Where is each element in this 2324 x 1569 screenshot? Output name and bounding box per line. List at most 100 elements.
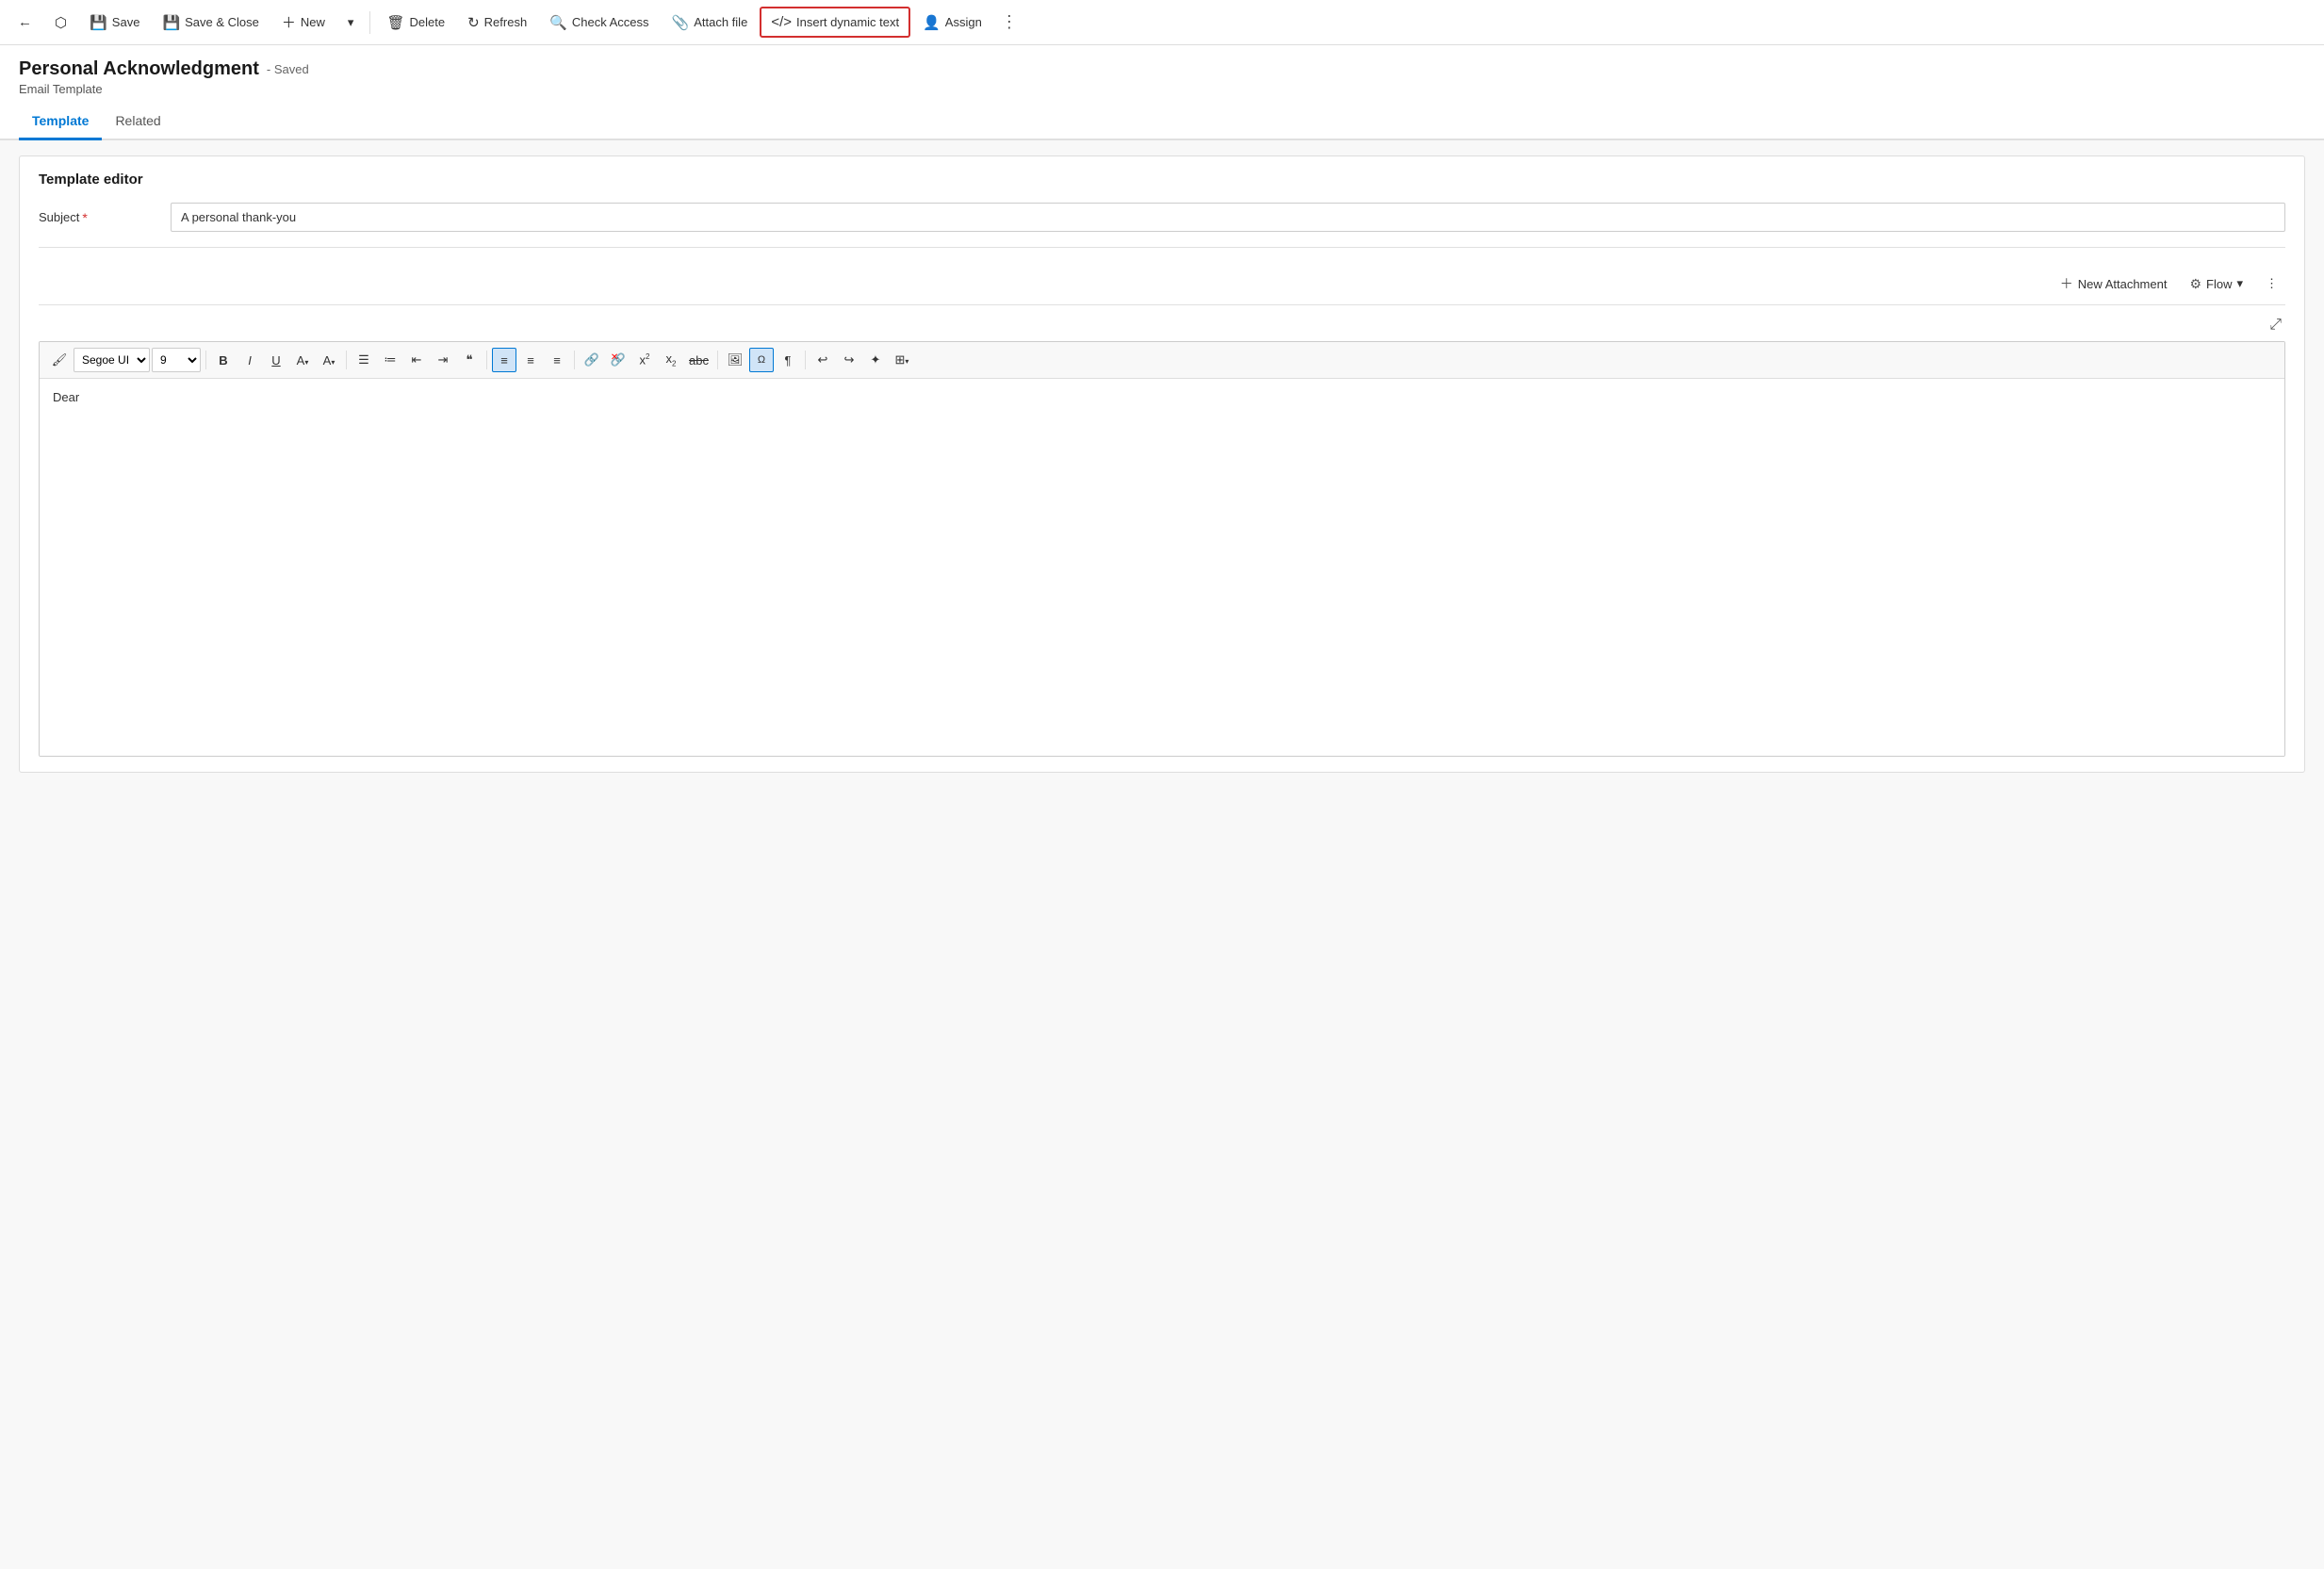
subject-label: Subject * (39, 210, 171, 225)
plus-icon: ＋ (2060, 274, 2073, 293)
back-button[interactable]: ← (8, 8, 42, 37)
new-attachment-button[interactable]: ＋ New Attachment (2053, 270, 2175, 297)
table-icon: ⊞▾ (895, 352, 909, 368)
rte-sep-3 (486, 351, 487, 369)
bold-button[interactable]: B (211, 348, 236, 372)
align-center-button[interactable]: ≡ (518, 348, 543, 372)
refresh-button[interactable]: ↻ Refresh (457, 8, 537, 38)
font-color-button[interactable]: A▾ (317, 348, 341, 372)
bullet-list-button[interactable]: ☰ (352, 348, 376, 372)
expand-editor-button[interactable]: ⤢ (2266, 313, 2285, 337)
link-icon: 🔗 (584, 352, 599, 368)
decrease-indent-button[interactable]: ⇤ (404, 348, 429, 372)
subject-input[interactable] (171, 203, 2285, 232)
flow-button[interactable]: ⚙ Flow ▾ (2182, 272, 2250, 296)
rte-sep-1 (205, 351, 206, 369)
attachment-toolbar: ＋ New Attachment ⚙ Flow ▾ ⋮ (39, 263, 2285, 305)
dynamic-text-icon: </> (771, 14, 792, 30)
font-size-select[interactable]: 9 (152, 348, 201, 372)
new-button[interactable]: ＋ New (271, 6, 336, 39)
table-button[interactable]: ⊞▾ (890, 348, 914, 372)
image-button[interactable]: 🖼 (723, 348, 747, 372)
refresh-icon: ↻ (467, 14, 480, 31)
page-title-row: Personal Acknowledgment - Saved (19, 58, 2305, 80)
special-char-icon: Ω (757, 354, 766, 366)
paragraph-button[interactable]: ¶ (776, 348, 800, 372)
align-right-button[interactable]: ≡ (545, 348, 569, 372)
delete-icon: 🗑 (386, 14, 404, 31)
rte-toolbar: 🖌 Segoe UI 9 B I U (40, 342, 2284, 379)
underline-button[interactable]: U (264, 348, 288, 372)
rte-sep-2 (346, 351, 347, 369)
superscript-icon: x2 (640, 352, 650, 367)
assign-button[interactable]: 👤 Assign (912, 8, 992, 38)
align-center-icon: ≡ (527, 353, 534, 368)
new-dropdown-button[interactable]: ▾ (337, 8, 365, 37)
delete-button[interactable]: 🗑 Delete (376, 8, 455, 38)
save-close-icon: 💾 (162, 14, 180, 31)
bold-icon: B (219, 353, 227, 368)
subject-row: Subject * (39, 203, 2285, 248)
toolbar-separator-1 (369, 11, 370, 34)
align-left-button[interactable]: ≡ (492, 348, 516, 372)
attach-file-button[interactable]: 📎 Attach file (662, 8, 759, 38)
editor-body[interactable]: Dear (40, 379, 2284, 756)
italic-button[interactable]: I (237, 348, 262, 372)
popout-icon: ⬡ (55, 14, 67, 31)
italic-icon: I (248, 353, 252, 368)
rte-sep-5 (717, 351, 718, 369)
attachment-more-button[interactable]: ⋮ (2258, 272, 2285, 295)
back-icon: ← (18, 14, 32, 30)
tab-template[interactable]: Template (19, 104, 102, 140)
strikethrough-icon: abc (689, 353, 709, 368)
redo-button[interactable]: ↪ (837, 348, 861, 372)
popout-button[interactable]: ⬡ (44, 8, 77, 38)
save-icon: 💾 (90, 14, 107, 31)
clear-all-button[interactable]: ✦ (863, 348, 888, 372)
align-left-icon: ≡ (500, 353, 508, 368)
undo-button[interactable]: ↩ (810, 348, 835, 372)
highlight-icon: A▾ (297, 353, 309, 368)
underline-icon: U (271, 353, 280, 368)
saved-badge: - Saved (267, 62, 309, 76)
rich-text-editor: 🖌 Segoe UI 9 B I U (39, 341, 2285, 757)
bullet-list-icon: ☰ (358, 352, 369, 368)
save-button[interactable]: 💾 Save (79, 8, 150, 38)
font-family-select[interactable]: Segoe UI (74, 348, 150, 372)
save-close-button[interactable]: 💾 Save & Close (152, 8, 269, 38)
numbered-list-button[interactable]: ≔ (378, 348, 402, 372)
redo-icon: ↪ (844, 352, 855, 368)
link-button[interactable]: 🔗 (580, 348, 604, 372)
more-options-button[interactable]: ⋮ (994, 8, 1024, 38)
required-indicator: * (82, 210, 87, 225)
main-content: Template editor Subject * ＋ New Attachme… (0, 140, 2324, 1569)
remove-link-button[interactable]: 🔗✕ (606, 348, 630, 372)
clear-format-icon: 🖌 (52, 352, 68, 368)
record-title: Personal Acknowledgment (19, 58, 259, 80)
paragraph-icon: ¶ (784, 353, 791, 368)
decrease-indent-icon: ⇤ (412, 352, 422, 368)
subscript-button[interactable]: x2 (659, 348, 683, 372)
rte-sep-6 (805, 351, 806, 369)
highlight-button[interactable]: A▾ (290, 348, 315, 372)
clear-all-icon: ✦ (871, 352, 881, 368)
superscript-button[interactable]: x2 (632, 348, 657, 372)
rte-sep-4 (574, 351, 575, 369)
tabs-container: Template Related (0, 104, 2324, 140)
remove-link-icon: 🔗✕ (611, 352, 626, 368)
insert-dynamic-text-button[interactable]: </> Insert dynamic text (760, 7, 910, 38)
attach-file-icon: 📎 (672, 14, 690, 31)
expand-row: ⤢ (39, 309, 2285, 341)
special-char-button[interactable]: Ω (749, 348, 774, 372)
check-access-button[interactable]: 🔍 Check Access (539, 8, 659, 38)
increase-indent-button[interactable]: ⇥ (431, 348, 455, 372)
main-toolbar: ← ⬡ 💾 Save 💾 Save & Close ＋ New ▾ 🗑 Dele… (0, 0, 2324, 45)
blockquote-button[interactable]: ❝ (457, 348, 482, 372)
font-color-icon: A▾ (323, 353, 336, 368)
subscript-icon: x2 (666, 351, 677, 368)
editor-card: Template editor Subject * ＋ New Attachme… (19, 155, 2305, 773)
tab-related[interactable]: Related (102, 104, 173, 140)
clear-format-button[interactable]: 🖌 (47, 348, 72, 372)
new-icon: ＋ (282, 12, 296, 32)
strikethrough-button[interactable]: abc (685, 348, 712, 372)
